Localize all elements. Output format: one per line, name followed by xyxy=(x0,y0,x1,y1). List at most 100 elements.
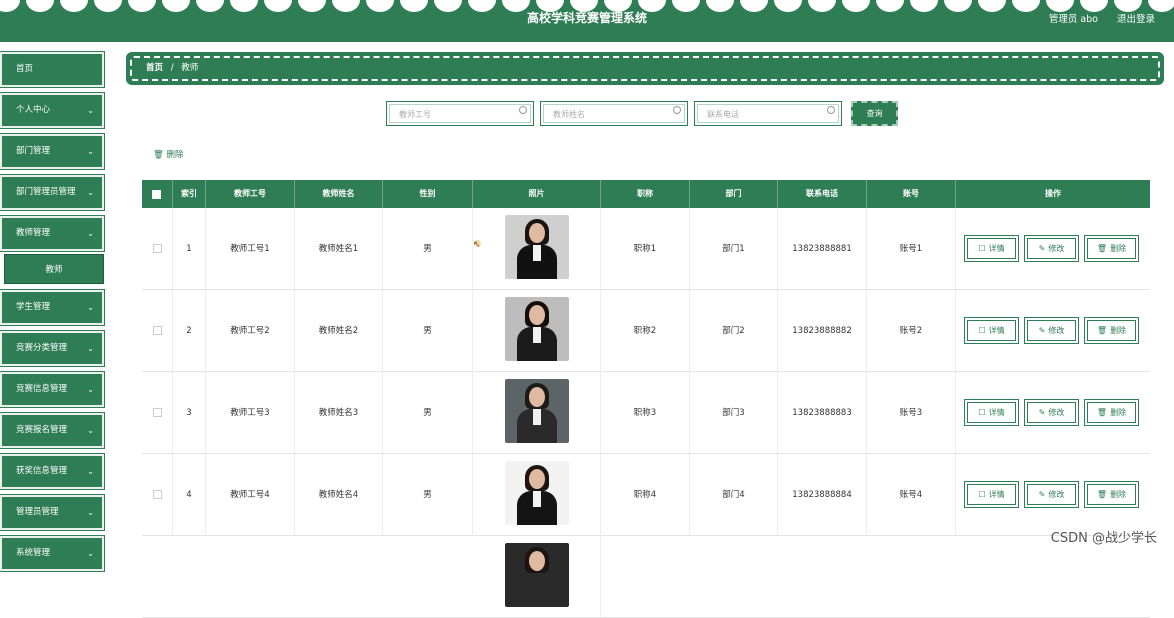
sidebar-item-label: 部门管理 xyxy=(16,146,50,156)
detail-button[interactable]: ☐详情 xyxy=(964,317,1019,344)
sidebar-item-label: 获奖信息管理 xyxy=(16,466,67,476)
breadcrumb-home[interactable]: 首页 xyxy=(146,63,163,73)
sidebar-item-label: 部门管理员管理 xyxy=(16,187,76,197)
edit-icon: ✎ xyxy=(1039,485,1046,504)
delete-button[interactable]: 🗑删除 xyxy=(1084,317,1139,344)
cell-phone: 13823888883 xyxy=(778,372,867,454)
teacher-photo xyxy=(505,543,569,607)
trash-icon: 🗑 xyxy=(1097,485,1107,504)
row-checkbox[interactable] xyxy=(153,244,162,253)
teacher-name-search[interactable]: 教师姓名 xyxy=(540,101,688,126)
sidebar-item-label: 学生管理 xyxy=(16,302,50,312)
row-checkbox[interactable] xyxy=(153,490,162,499)
cell-phone: 13823888882 xyxy=(778,290,867,372)
col-teacher-no: 教师工号 xyxy=(206,180,295,208)
chevron-down-icon: ⌄ xyxy=(87,497,94,528)
teacher-photo xyxy=(505,461,569,525)
bulk-delete-button[interactable]: 🗑 删除 xyxy=(153,148,184,160)
breadcrumb-separator: / xyxy=(171,63,174,73)
chevron-down-icon: ⌄ xyxy=(87,374,94,405)
chevron-down-icon: ⌄ xyxy=(87,218,94,249)
breadcrumb: 首页 / 教师 xyxy=(126,52,1164,85)
sidebar-item-award[interactable]: 获奖信息管理 ⌄ xyxy=(0,454,104,489)
search-icon xyxy=(519,106,527,114)
sidebar-item-label: 首页 xyxy=(16,64,33,74)
cell-index: 2 xyxy=(173,290,206,372)
table-row: 1教师工号1教师姓名1男职称1部门113823888881账号1☐详情✎修改🗑删… xyxy=(142,208,1150,290)
cell-teacher-name: 教师姓名1 xyxy=(295,208,383,290)
col-index: 索引 xyxy=(173,180,206,208)
sidebar-item-label: 教师管理 xyxy=(16,228,50,238)
sidebar-item-label: 竞赛报名管理 xyxy=(16,425,67,435)
edit-button[interactable]: ✎修改 xyxy=(1024,235,1079,262)
cell-account: 账号1 xyxy=(867,208,956,290)
phone-input[interactable]: 联系电话 xyxy=(697,104,839,123)
cell-account: 账号3 xyxy=(867,372,956,454)
sidebar-item-label: 个人中心 xyxy=(16,105,50,115)
cell-phone: 13823888884 xyxy=(778,454,867,536)
sidebar-item-dept-admin[interactable]: 部门管理员管理 ⌄ xyxy=(0,175,104,210)
detail-icon: ☐ xyxy=(978,403,985,422)
trash-icon: 🗑 xyxy=(1097,403,1107,422)
sidebar-item-label: 管理员管理 xyxy=(16,507,59,517)
logout-link[interactable]: 退出登录 xyxy=(1117,11,1155,25)
cell-gender: 男 xyxy=(383,208,473,290)
col-teacher-name: 教师姓名 xyxy=(295,180,383,208)
delete-button[interactable]: 🗑删除 xyxy=(1084,481,1139,508)
sidebar-item-dept[interactable]: 部门管理 ⌄ xyxy=(0,134,104,169)
cell-phone: 13823888881 xyxy=(778,208,867,290)
cell-account: 账号4 xyxy=(867,454,956,536)
cell-index: 1 xyxy=(173,208,206,290)
row-checkbox[interactable] xyxy=(153,408,162,417)
cell-title: 职称1 xyxy=(601,208,690,290)
detail-button[interactable]: ☐详情 xyxy=(964,235,1019,262)
teacher-photo xyxy=(505,379,569,443)
sidebar-item-competition[interactable]: 竞赛信息管理 ⌄ xyxy=(0,372,104,407)
edit-icon: ✎ xyxy=(1039,239,1046,258)
col-title: 职称 xyxy=(601,180,690,208)
teacher-name-input[interactable]: 教师姓名 xyxy=(543,104,685,123)
table-row: 3教师工号3教师姓名3男职称3部门313823888883账号3☐详情✎修改🗑删… xyxy=(142,372,1150,454)
sidebar-item-student[interactable]: 学生管理⌄ xyxy=(0,290,104,325)
chevron-down-icon: ⌄ xyxy=(87,177,94,208)
chevron-down-icon: ⌄ xyxy=(87,95,94,126)
col-gender: 性别 xyxy=(383,180,473,208)
col-dept: 部门 xyxy=(690,180,778,208)
sidebar-item-home[interactable]: 首页 xyxy=(0,52,104,87)
delete-button[interactable]: 🗑删除 xyxy=(1084,399,1139,426)
cell-title: 职称4 xyxy=(601,454,690,536)
teacher-no-input[interactable]: 教师工号 xyxy=(389,104,531,123)
teacher-photo xyxy=(505,215,569,279)
sidebar-subitem-teacher[interactable]: 教师 xyxy=(4,254,104,284)
edit-button[interactable]: ✎修改 xyxy=(1024,317,1079,344)
detail-button[interactable]: ☐详情 xyxy=(964,481,1019,508)
app-title: 高校学科竞赛管理系统 xyxy=(0,9,1174,26)
cell-index: 4 xyxy=(173,454,206,536)
edit-button[interactable]: ✎修改 xyxy=(1024,399,1079,426)
cell-teacher-no: 教师工号3 xyxy=(206,372,295,454)
sidebar-item-label: 竞赛信息管理 xyxy=(16,384,67,394)
search-icon xyxy=(673,106,681,114)
detail-icon: ☐ xyxy=(978,321,985,340)
col-photo: 照片 xyxy=(473,180,601,208)
delete-button[interactable]: 🗑删除 xyxy=(1084,235,1139,262)
row-checkbox[interactable] xyxy=(153,326,162,335)
top-header: 高校学科竞赛管理系统 管理员 abo 退出登录 xyxy=(0,0,1174,42)
sidebar-item-category[interactable]: 竞赛分类管理⌄ xyxy=(0,331,104,366)
mouse-pointer-icon: ↖ xyxy=(473,240,481,250)
sidebar-item-registration[interactable]: 竞赛报名管理⌄ xyxy=(0,413,104,448)
select-all-checkbox[interactable] xyxy=(152,190,161,199)
detail-button[interactable]: ☐详情 xyxy=(964,399,1019,426)
cell-teacher-name: 教师姓名4 xyxy=(295,454,383,536)
sidebar-item-system[interactable]: 系统管理⌄ xyxy=(0,536,104,571)
chevron-down-icon: ⌄ xyxy=(87,136,94,167)
sidebar-item-profile[interactable]: 个人中心 ⌄ xyxy=(0,93,104,128)
trash-icon: 🗑 xyxy=(1097,239,1107,258)
chevron-down-icon: ⌄ xyxy=(87,456,94,487)
sidebar-item-admin[interactable]: 管理员管理 ⌄ xyxy=(0,495,104,530)
query-button[interactable]: 查询 xyxy=(851,101,898,126)
edit-button[interactable]: ✎修改 xyxy=(1024,481,1079,508)
teacher-no-search[interactable]: 教师工号 xyxy=(386,101,534,126)
phone-search[interactable]: 联系电话 xyxy=(694,101,842,126)
sidebar-item-teacher[interactable]: 教师管理 ⌄ xyxy=(0,216,104,251)
